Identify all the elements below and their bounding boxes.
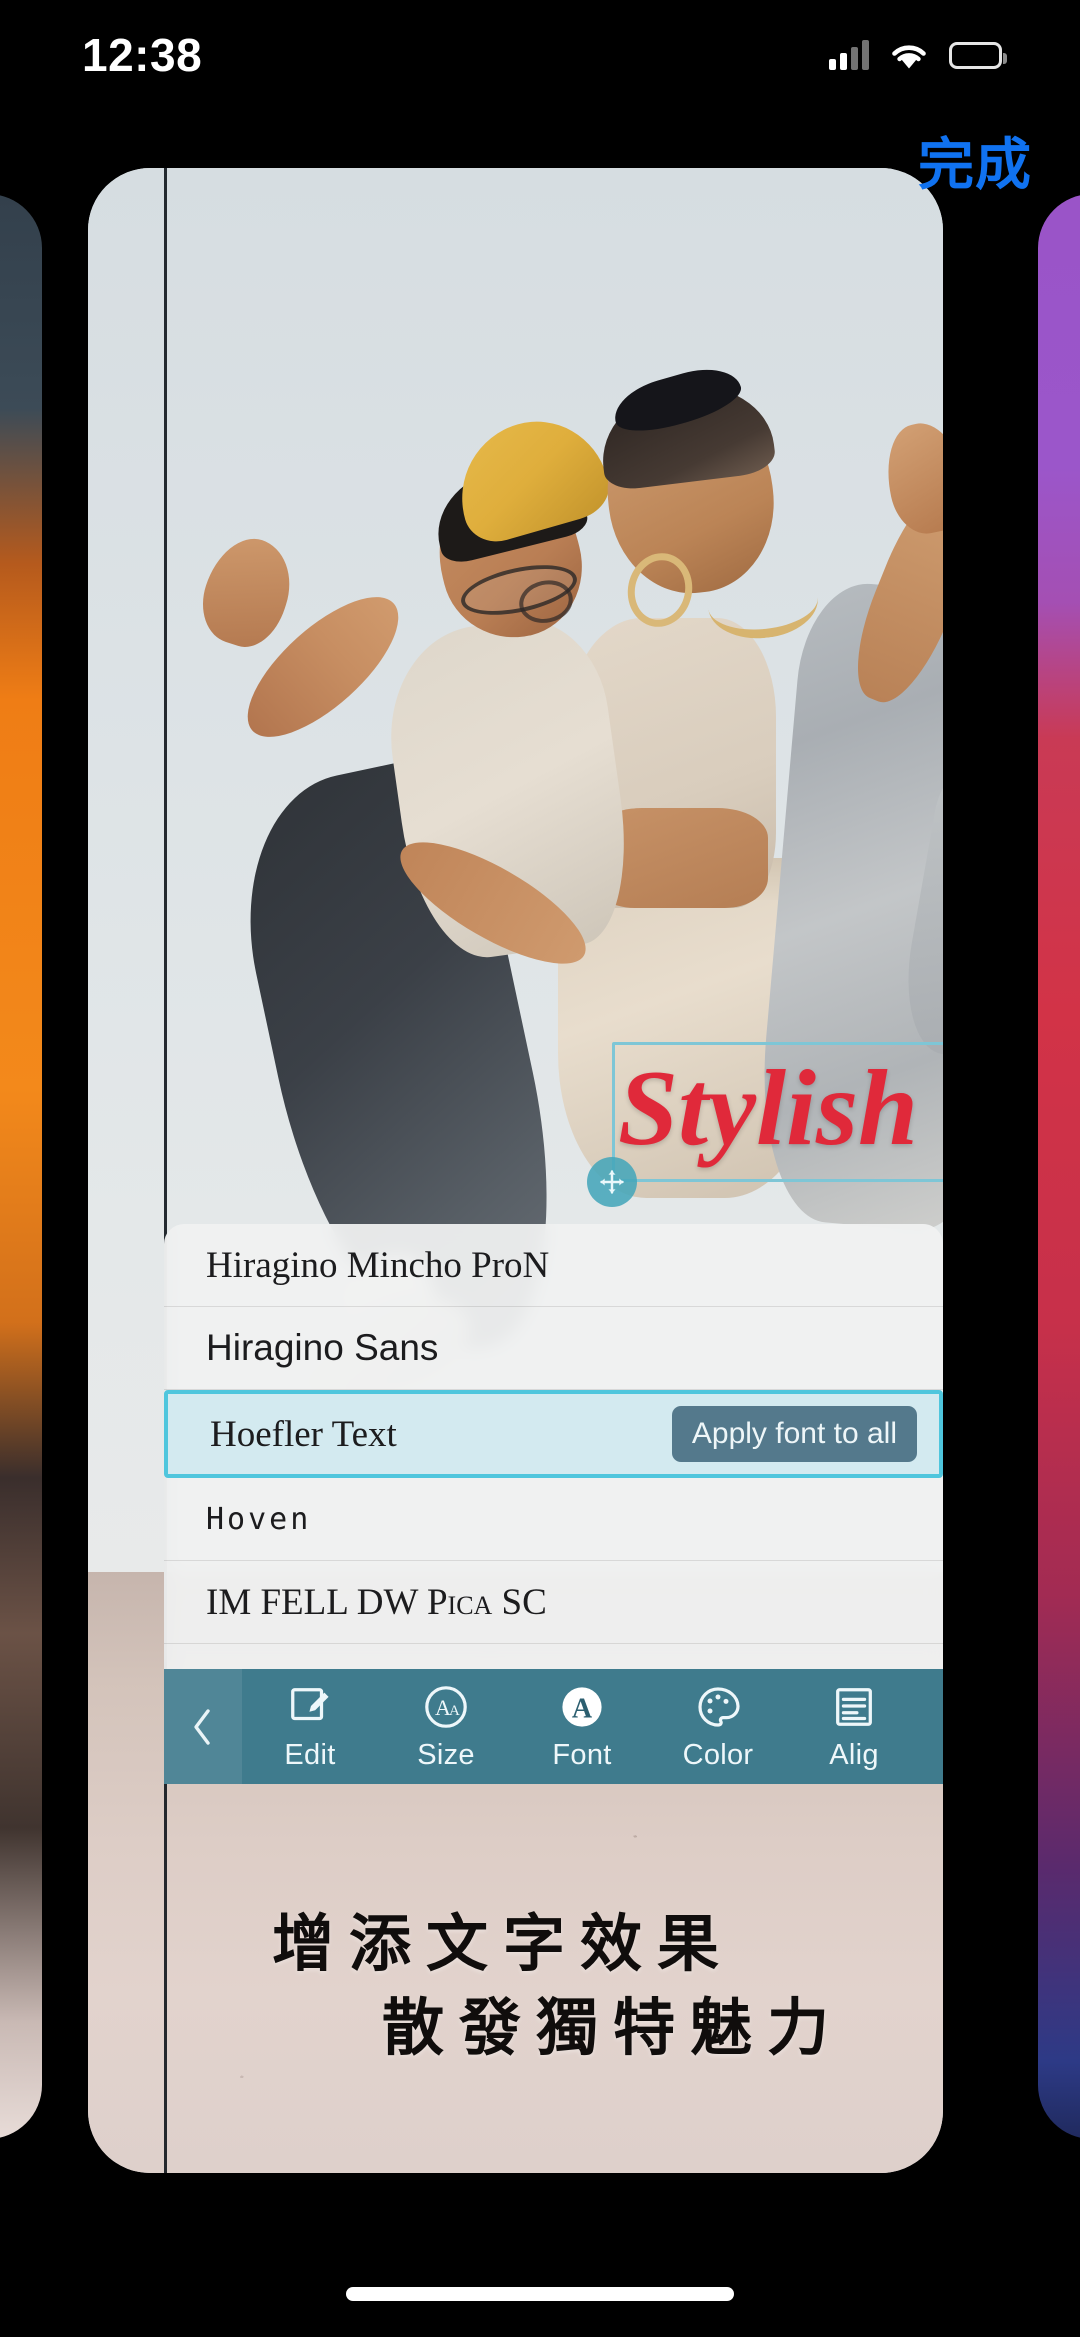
status-bar-clock: 12:38	[82, 29, 203, 81]
toolbar-item-size[interactable]: A A Size	[378, 1669, 514, 1784]
previous-card-thumbnail	[0, 194, 42, 2139]
palette-icon	[693, 1682, 743, 1732]
toolbar-item-color[interactable]: Color	[650, 1669, 786, 1784]
wifi-icon	[888, 40, 930, 71]
toolbar-label: Color	[682, 1738, 754, 1771]
home-indicator[interactable]	[346, 2287, 734, 2301]
toolbar-item-font[interactable]: A Font	[514, 1669, 650, 1784]
svg-text:A: A	[572, 1693, 593, 1724]
caption-line-2: 散發獨特魅力	[382, 1991, 845, 2064]
next-card-thumbnail	[1038, 194, 1080, 2139]
status-bar-icons	[829, 40, 1007, 71]
aa-circle-icon: A A	[421, 1682, 471, 1732]
font-list-item[interactable]: Hiragino Mincho ProN	[164, 1224, 943, 1307]
font-name: IM FELL DW Pica SC	[206, 1581, 547, 1623]
cellular-signal-icon	[829, 40, 869, 70]
toolbar-label: Alig	[829, 1738, 879, 1771]
font-name: Hiragino Mincho ProN	[206, 1244, 550, 1286]
font-list-item[interactable]: Hiragino Sans	[164, 1307, 943, 1390]
text-object-value[interactable]: Stylish	[618, 1034, 943, 1184]
font-list-item[interactable]: IM FELL DW Pica SC	[164, 1561, 943, 1644]
font-name: Hiragino Sans	[206, 1327, 439, 1368]
text-object[interactable]: Stylish	[587, 1042, 943, 1207]
carousel-previous-card[interactable]	[0, 194, 42, 2139]
move-arrows-icon[interactable]	[587, 1157, 637, 1207]
text-editor-toolbar[interactable]: Edit A A Size A Font Color Alig	[164, 1669, 943, 1784]
caption-line-1: 增添文字效果	[272, 1907, 735, 1980]
svg-text:A: A	[449, 1703, 460, 1719]
align-lines-icon	[829, 1682, 879, 1732]
toolbar-label: Size	[417, 1738, 475, 1771]
battery-icon	[949, 41, 1007, 69]
done-button[interactable]: 完成	[918, 120, 1032, 201]
status-bar: 12:38	[0, 0, 1080, 110]
nav-bar: 完成	[0, 110, 1080, 210]
font-list-item-selected[interactable]: Hoefler Text Apply font to all	[164, 1390, 943, 1478]
toolbar-label: Edit	[284, 1738, 336, 1771]
font-list-item[interactable]: Hoven	[164, 1478, 943, 1561]
carousel-next-card[interactable]	[1038, 194, 1080, 2139]
pencil-square-icon	[285, 1682, 335, 1732]
project-carousel[interactable]: Stylish 增添文字效果 散發獨特魅力 Hiragino Mincho Pr…	[0, 168, 1080, 2178]
canvas-caption: 增添文字效果 散發獨特魅力	[164, 1784, 943, 2173]
carousel-active-card[interactable]: Stylish 增添文字效果 散發獨特魅力 Hiragino Mincho Pr…	[88, 168, 943, 2173]
apply-font-to-all-button[interactable]: Apply font to all	[671, 1406, 917, 1462]
font-name: Hoefler Text	[210, 1413, 397, 1455]
font-name: Hoven	[206, 1501, 312, 1537]
font-picker-panel[interactable]: Hiragino Mincho ProN Hiragino Sans Hoefl…	[164, 1224, 943, 1669]
toolbar-label: Font	[552, 1738, 612, 1771]
chevron-left-icon[interactable]	[164, 1669, 242, 1784]
a-filled-circle-icon: A	[557, 1682, 607, 1732]
toolbar-item-edit[interactable]: Edit	[242, 1669, 378, 1784]
toolbar-item-align[interactable]: Alig	[786, 1669, 922, 1784]
